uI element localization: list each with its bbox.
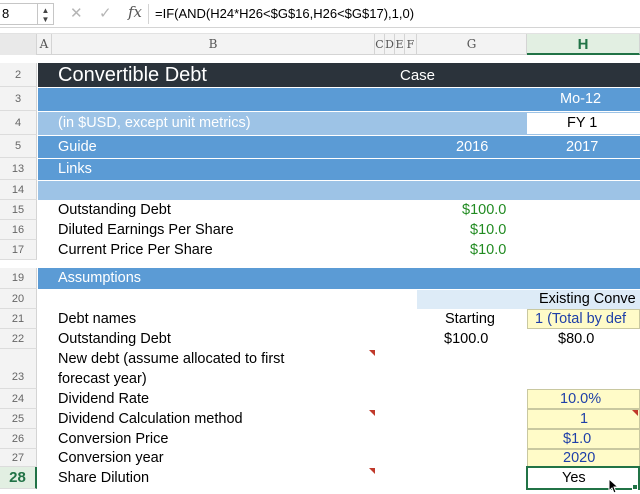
column-header-bar: A B C D E F G H bbox=[0, 33, 640, 55]
enter-icon[interactable]: ✓ bbox=[99, 4, 112, 22]
links-band bbox=[38, 159, 640, 180]
row-header-4[interactable]: 4 bbox=[0, 111, 37, 135]
insert-function-icon[interactable]: fx bbox=[128, 3, 142, 21]
row-header-14[interactable]: 14 bbox=[0, 180, 37, 200]
column-header-g[interactable]: G bbox=[417, 34, 527, 55]
row-header-27[interactable]: 27 bbox=[0, 449, 37, 467]
conversion-year-label: Conversion year bbox=[58, 450, 164, 466]
formula-input[interactable]: =IF(AND(H24*H26<$G$16,H26<$G$17),1,0) bbox=[155, 4, 414, 24]
comment-indicator-icon[interactable] bbox=[369, 468, 375, 474]
row-header-23[interactable]: 23 bbox=[0, 349, 37, 389]
column-header-e[interactable]: E bbox=[395, 34, 405, 55]
comment-indicator-icon[interactable] bbox=[369, 410, 375, 416]
outstanding-debt-label-2: Outstanding Debt bbox=[58, 331, 171, 347]
debt-name-value: 1 (Total by def bbox=[535, 311, 627, 327]
conversion-price-value: $1.0 bbox=[563, 431, 592, 447]
fiscal-year-label: FY 1 bbox=[567, 115, 598, 131]
row-header-13[interactable]: 13 bbox=[0, 158, 37, 180]
dividend-method-value: 1 bbox=[580, 411, 589, 427]
outstanding-debt-link-value[interactable]: $100.0 bbox=[462, 200, 506, 220]
comment-indicator-icon[interactable] bbox=[369, 350, 375, 356]
row-3-band bbox=[38, 88, 640, 111]
row-header-22[interactable]: 22 bbox=[0, 329, 37, 349]
mouse-cursor-icon bbox=[608, 478, 620, 494]
row-header-2[interactable]: 2 bbox=[0, 63, 37, 87]
row-5-band bbox=[38, 136, 640, 158]
guide-label: Guide bbox=[58, 139, 97, 155]
column-header-h[interactable]: H bbox=[527, 34, 640, 55]
conversion-price-label: Conversion Price bbox=[58, 431, 169, 447]
existing-conversion-label: Existing Conve bbox=[539, 291, 636, 307]
starting-label: Starting bbox=[445, 311, 495, 327]
diluted-eps-value[interactable]: $10.0 bbox=[470, 220, 506, 240]
dividend-rate-label: Dividend Rate bbox=[58, 391, 150, 407]
row-header-17[interactable]: 17 bbox=[0, 240, 37, 260]
outstanding-debt-label: Outstanding Debt bbox=[58, 202, 171, 218]
select-all-corner[interactable] bbox=[0, 34, 37, 55]
column-header-c[interactable]: C bbox=[375, 34, 385, 55]
column-header-a[interactable]: A bbox=[37, 34, 52, 55]
cancel-icon[interactable]: ✕ bbox=[70, 4, 83, 22]
row-header-26[interactable]: 26 bbox=[0, 429, 37, 449]
row-header-15[interactable]: 15 bbox=[0, 200, 37, 220]
row-header-28[interactable]: 28 bbox=[0, 467, 37, 489]
starting-debt-value: $100.0 bbox=[444, 331, 489, 347]
current-price-value[interactable]: $10.0 bbox=[470, 240, 506, 260]
new-debt-label-line-2: forecast year) bbox=[58, 371, 147, 387]
dividend-method-label: Dividend Calculation method bbox=[58, 411, 243, 427]
row-header-16[interactable]: 16 bbox=[0, 220, 37, 240]
row-header-24[interactable]: 24 bbox=[0, 389, 37, 409]
share-dilution-label: Share Dilution bbox=[58, 470, 150, 486]
formula-bar: 8 ▲ ▼ ✕ ✓ fx =IF(AND(H24*H26<$G$16,H26<$G… bbox=[0, 0, 640, 28]
existing-debt-value[interactable]: $80.0 bbox=[558, 329, 594, 349]
assumptions-label: Assumptions bbox=[58, 270, 142, 286]
sheet-title: Convertible Debt bbox=[58, 64, 207, 86]
row-header-21[interactable]: 21 bbox=[0, 309, 37, 329]
fill-handle[interactable] bbox=[632, 484, 638, 490]
links-label: Links bbox=[58, 161, 92, 177]
debt-names-label: Debt names bbox=[58, 311, 137, 327]
conversion-year-value: 2020 bbox=[563, 450, 596, 466]
row-header-5[interactable]: 5 bbox=[0, 135, 37, 158]
new-debt-label-line-1: New debt (assume allocated to first bbox=[58, 351, 285, 367]
period-label: Mo-12 bbox=[560, 91, 602, 107]
column-header-b[interactable]: B bbox=[52, 34, 375, 55]
row-header-3[interactable]: 3 bbox=[0, 87, 37, 111]
row-header-20[interactable]: 20 bbox=[0, 289, 37, 309]
name-box-dropdown-icon[interactable]: ▲ ▼ bbox=[38, 3, 54, 25]
column-header-f[interactable]: F bbox=[405, 34, 417, 55]
current-price-label: Current Price Per Share bbox=[58, 242, 213, 258]
diluted-eps-label: Diluted Earnings Per Share bbox=[58, 222, 234, 238]
formula-separator bbox=[148, 4, 149, 24]
row-header-25[interactable]: 25 bbox=[0, 409, 37, 429]
comment-indicator-icon[interactable] bbox=[632, 410, 638, 416]
year-2016-label: 2016 bbox=[456, 139, 489, 155]
dividend-rate-value: 10.0% bbox=[560, 391, 602, 407]
row-header-19[interactable]: 19 bbox=[0, 268, 37, 289]
column-header-d[interactable]: D bbox=[385, 34, 395, 55]
units-note: (in $USD, except unit metrics) bbox=[58, 115, 251, 131]
year-2017-label: 2017 bbox=[566, 139, 599, 155]
share-dilution-value: Yes bbox=[562, 470, 586, 486]
row-14-band bbox=[38, 181, 640, 200]
case-label: Case bbox=[400, 67, 436, 84]
name-box[interactable]: 8 bbox=[0, 3, 38, 25]
